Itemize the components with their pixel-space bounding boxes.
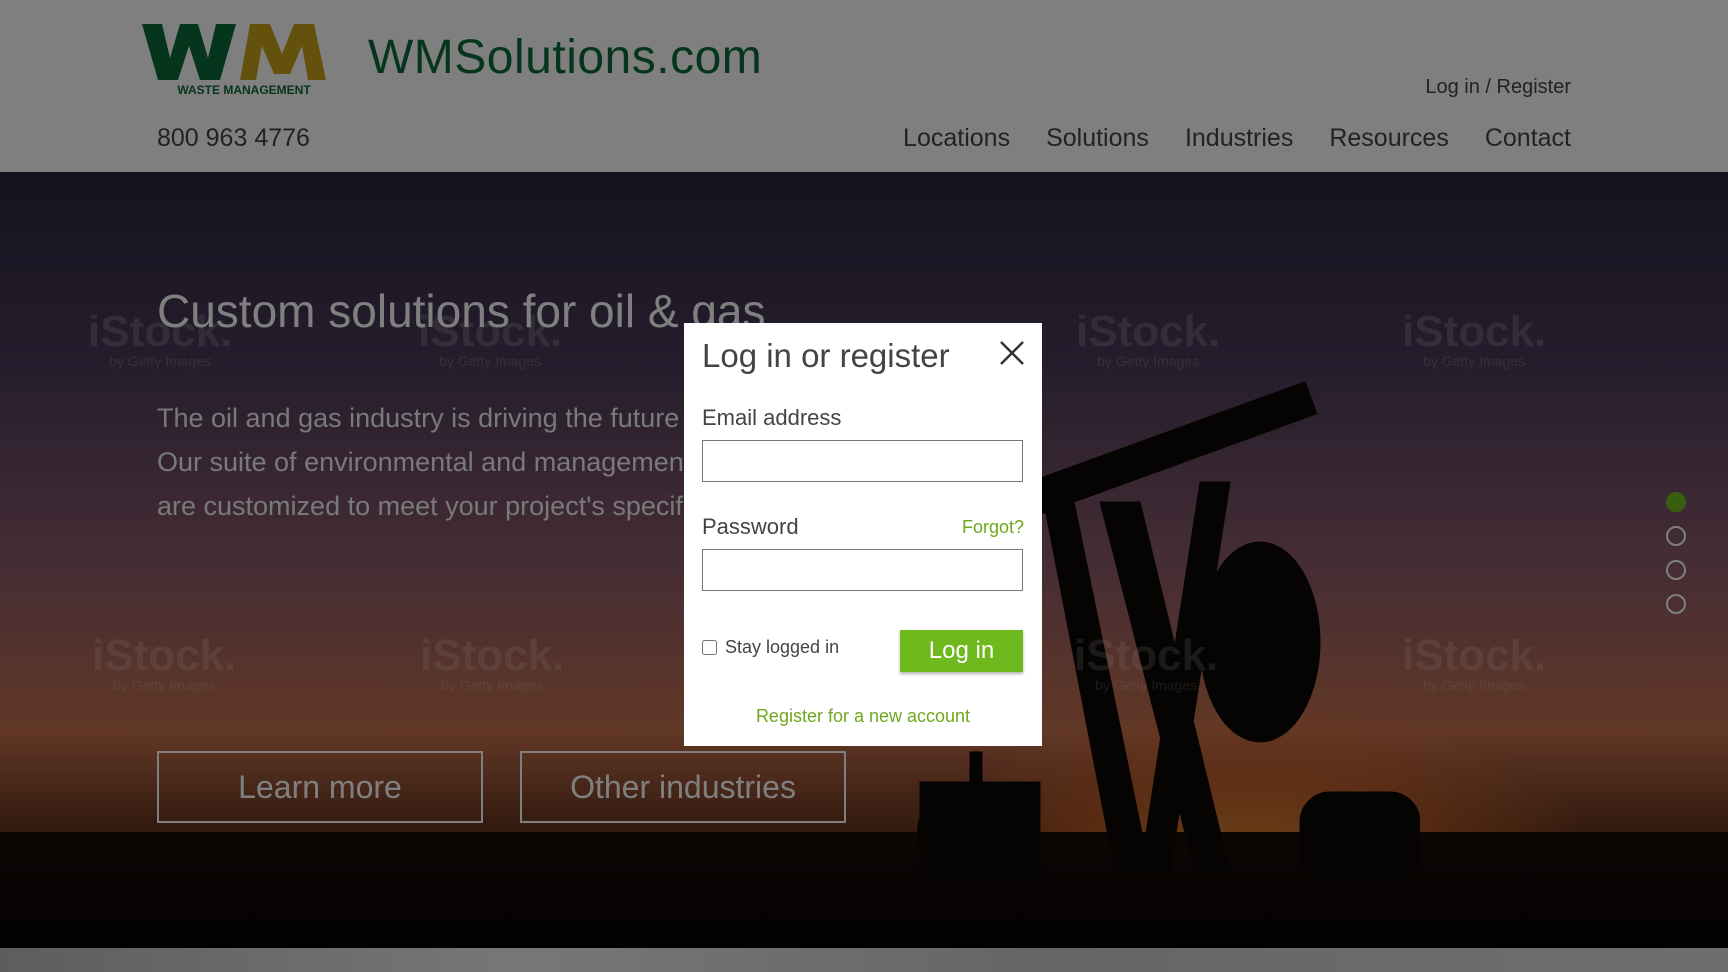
forgot-password-link[interactable]: Forgot? [962,517,1024,538]
password-label: Password [702,514,799,539]
password-field[interactable] [702,549,1023,591]
register-account-link[interactable]: Register for a new account [684,706,1042,727]
stay-logged-in[interactable]: Stay logged in [702,637,839,658]
email-field[interactable] [702,440,1023,482]
modal-title: Log in or register [702,337,950,374]
log-in-button[interactable]: Log in [900,630,1023,672]
email-label: Email address [702,405,842,430]
stay-logged-in-checkbox[interactable] [702,640,717,655]
login-modal: Log in or register Email address Passwor… [684,323,1042,746]
close-icon[interactable] [996,337,1028,369]
stay-logged-in-label: Stay logged in [725,637,840,657]
